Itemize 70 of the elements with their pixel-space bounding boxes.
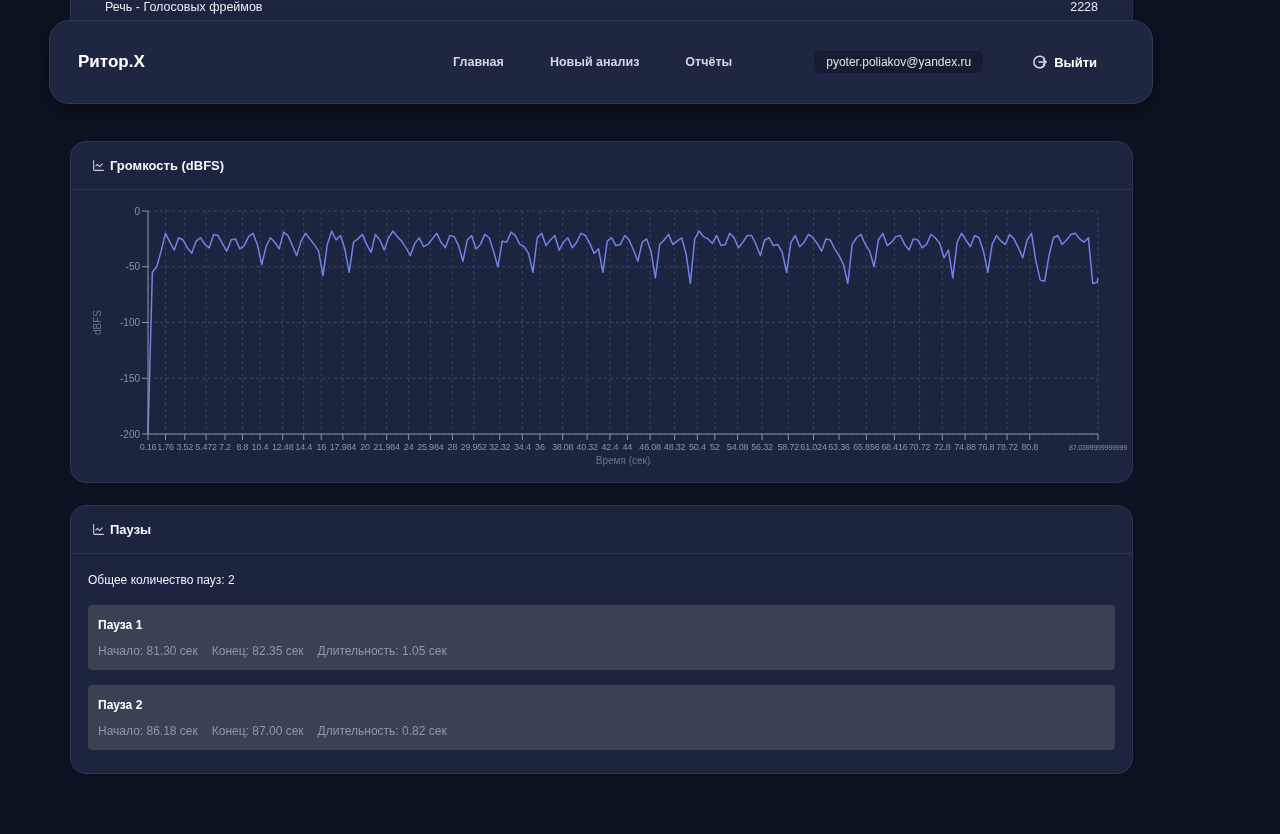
x-tick-label: 3.52: [176, 442, 194, 452]
x-tick-label: 48.32: [663, 442, 686, 452]
y-tick-label: -50: [125, 261, 140, 273]
x-tick-label: 36: [535, 442, 545, 452]
pause-title: Пауза 1: [98, 617, 144, 633]
x-tick-label: 68.416: [881, 442, 908, 452]
x-tick-label: 12.48: [271, 442, 294, 452]
y-axis-title: dBFS: [92, 310, 103, 335]
x-tick-label: 58.72: [777, 442, 800, 452]
x-tick-label: 38.08: [551, 442, 574, 452]
x-tick-label: 52: [710, 442, 720, 452]
x-tick-label: 63.36: [828, 442, 850, 452]
pause-title: Пауза 2: [98, 697, 144, 713]
nav-link[interactable]: Новый анализ: [549, 55, 640, 69]
y-tick-label: 0: [134, 205, 140, 217]
x-tick-label: 10.4: [251, 442, 269, 452]
x-tick-label: 80.8: [1021, 442, 1039, 452]
x-tick-label: 46.08: [639, 442, 661, 452]
x-tick-label: 7.2: [219, 442, 231, 452]
x-tick-label: 40.32: [576, 442, 598, 452]
nav-link[interactable]: Отчёты: [685, 55, 733, 69]
x-tick-label: 78.72: [996, 442, 1018, 452]
card-title: Громкость (dBFS): [110, 158, 225, 173]
x-tick-label: 70.72: [908, 442, 931, 452]
x-tick-label: 42.4: [601, 442, 619, 452]
x-tick-label: 32.32: [488, 442, 511, 452]
chart-icon: [92, 523, 105, 536]
pause-start: Начало: 86.18 сек: [98, 723, 198, 739]
x-tick-label: 74.88: [954, 442, 976, 452]
logout-icon: [1033, 55, 1048, 69]
x-tick-label: 50.4: [689, 442, 706, 452]
x-tick-label: 0.16: [139, 442, 157, 452]
x-tick-label: 14.4: [295, 442, 313, 452]
x-tick-label: 28: [447, 442, 458, 452]
table-cell: Речь - Голосовых фреймов: [105, 0, 263, 14]
pause-duration: Длительность: 0.82 сек: [317, 723, 447, 739]
x-tick-label: 21.984: [373, 442, 400, 452]
y-tick-label: -100: [120, 317, 140, 328]
x-tick-label: 72.8: [933, 442, 951, 452]
logout-button[interactable]: Выйти: [1033, 54, 1097, 70]
x-tick-label: 65.856: [853, 442, 880, 452]
pause-start: Начало: 81.30 сек: [98, 643, 198, 659]
x-tick-label: 56.32: [751, 442, 773, 452]
table-cell: 2228: [1070, 0, 1098, 14]
logo: Ритор.X: [78, 52, 145, 72]
x-tick-label: 17.984: [329, 442, 357, 452]
card-title: Паузы: [110, 522, 152, 537]
user-email: pyoter.poliakov@yandex.ru: [814, 51, 984, 73]
x-tick-label: 5.472: [195, 442, 217, 452]
chart-icon: [92, 159, 105, 172]
pause-end: Конец: 82.35 сек: [211, 643, 304, 659]
pause-end: Конец: 87.00 сек: [211, 723, 304, 739]
y-tick-label: -200: [120, 428, 140, 440]
x-tick-label: 34.4: [514, 442, 531, 452]
x-tick-label: 8.8: [236, 442, 249, 452]
pause-duration: Длительность: 1.05 сек: [317, 643, 447, 659]
x-tick-label: 25.984: [417, 442, 444, 452]
x-tick-label: 61.024: [800, 442, 827, 452]
x-tick-label: 16: [316, 442, 326, 452]
x-tick-label: 1.76: [157, 442, 174, 452]
x-tick-label: 29.952: [460, 442, 487, 452]
x-tick-label: 76.8: [977, 442, 995, 452]
x-tick-label: 44: [622, 442, 633, 452]
x-tick-label: 20: [360, 442, 370, 452]
x-axis-title: Время (сек): [595, 455, 651, 466]
nav-link[interactable]: Главная: [453, 55, 504, 69]
pause-count: Общее количество пауз: 2: [88, 572, 236, 588]
x-tick-label: 54.08: [726, 442, 749, 452]
y-tick-label: -150: [120, 372, 140, 384]
x-tick-label: 24: [403, 442, 414, 452]
